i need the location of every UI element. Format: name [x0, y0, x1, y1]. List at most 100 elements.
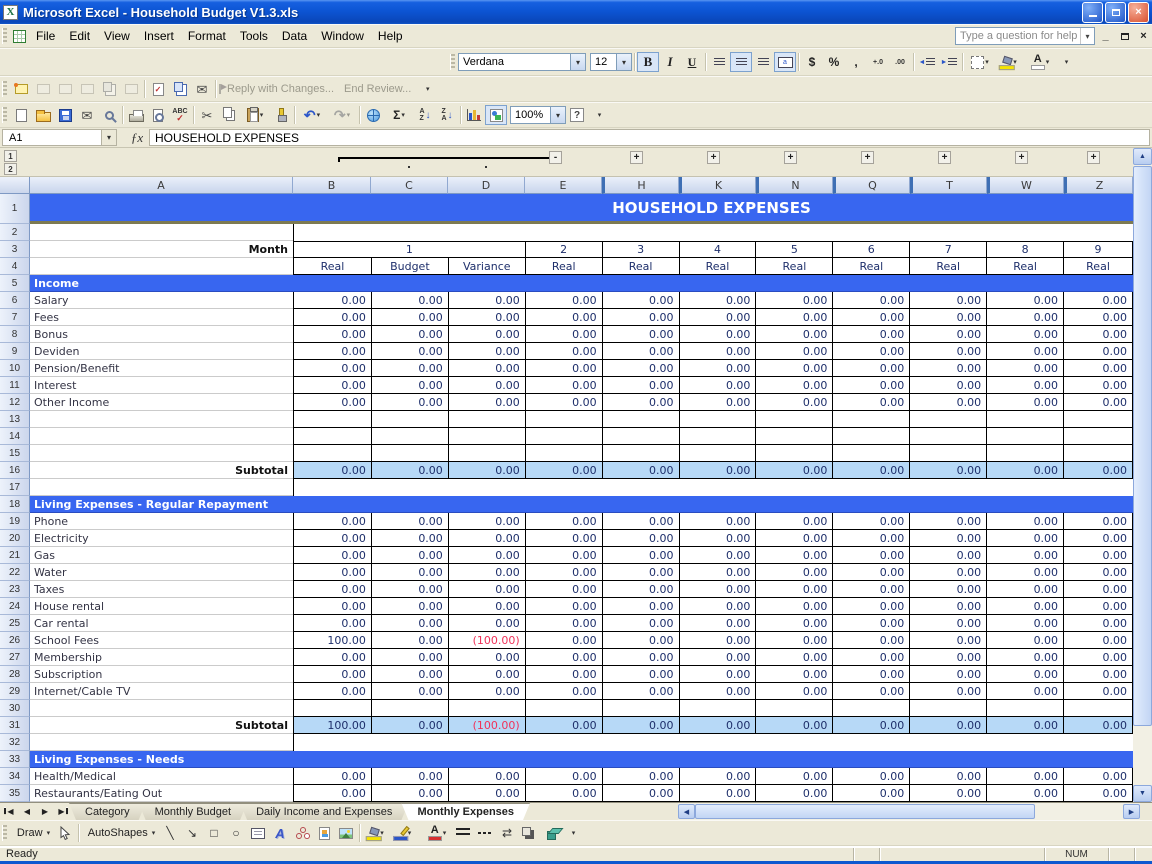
cell[interactable]: 0.00 [525, 343, 603, 360]
chevron-down-icon[interactable]: ▾ [401, 111, 405, 119]
cell[interactable]: 0.00 [910, 394, 988, 411]
title-banner-cell[interactable]: HOUSEHOLD EXPENSES [30, 194, 1133, 224]
arrow-button[interactable]: ↘ [181, 823, 203, 843]
cell[interactable]: 0.00 [371, 768, 449, 785]
cell[interactable]: 100.00 [294, 717, 372, 734]
increase-decimal-button[interactable]: +.0 [867, 52, 889, 72]
line-color-button[interactable]: ▾ [392, 823, 422, 843]
cell-A13[interactable] [30, 411, 293, 428]
chevron-down-icon[interactable]: ▾ [985, 58, 989, 66]
cell[interactable]: 0.00 [371, 615, 449, 632]
workbook-restore-button[interactable] [1116, 28, 1133, 44]
end-review-button[interactable]: End Review... [339, 83, 416, 95]
cell[interactable]: 0.00 [910, 377, 988, 394]
column-header-T[interactable]: T [910, 177, 987, 194]
menu-window[interactable]: Window [314, 26, 371, 46]
cell[interactable]: 0.00 [371, 326, 449, 343]
cell[interactable] [525, 700, 603, 717]
align-left-button[interactable] [708, 52, 730, 72]
cell[interactable]: 0.00 [371, 683, 449, 700]
font-color-button[interactable]: A ▾ [422, 823, 452, 843]
cell[interactable]: 0.00 [756, 462, 834, 479]
cell-A27[interactable]: Membership [30, 649, 293, 666]
wordart-button[interactable]: A [269, 823, 291, 843]
cell[interactable] [448, 428, 526, 445]
cell[interactable] [833, 700, 911, 717]
cell[interactable]: 0.00 [679, 309, 757, 326]
column-header-Z[interactable]: Z [1064, 177, 1133, 194]
outline-level-1-button[interactable]: 1 [4, 150, 17, 162]
cell-A24[interactable]: House rental [30, 598, 293, 615]
cell[interactable]: 0.00 [602, 581, 680, 598]
cell[interactable]: 0.00 [679, 326, 757, 343]
row-header-16[interactable]: 16 [0, 462, 30, 479]
row-header-7[interactable]: 7 [0, 309, 30, 326]
next-comment-button[interactable] [54, 79, 76, 99]
cell-A10[interactable]: Pension/Benefit [30, 360, 293, 377]
cell[interactable] [987, 700, 1065, 717]
toolbar-grip[interactable] [2, 28, 7, 44]
select-all-corner[interactable] [0, 177, 30, 194]
cell-A15[interactable] [30, 445, 293, 462]
cell[interactable]: 0.00 [294, 343, 372, 360]
cell[interactable]: 0.00 [833, 377, 911, 394]
name-box[interactable]: A1 [2, 129, 102, 146]
cell[interactable]: 0.00 [602, 649, 680, 666]
cell[interactable]: 0.00 [987, 530, 1065, 547]
cell[interactable]: 0.00 [756, 326, 834, 343]
cell[interactable]: 0.00 [371, 462, 449, 479]
print-button[interactable] [125, 105, 147, 125]
chevron-down-icon[interactable]: ▾ [260, 111, 264, 119]
cell[interactable]: 0.00 [987, 394, 1065, 411]
horizontal-scroll-thumb[interactable] [695, 804, 1035, 819]
cell[interactable]: 0.00 [910, 768, 988, 785]
cell[interactable]: 0.00 [756, 785, 834, 802]
cell[interactable]: 0.00 [1064, 547, 1133, 564]
scroll-right-button[interactable]: ▶ [1123, 804, 1140, 819]
column-header-E[interactable]: E [525, 177, 602, 194]
outline-level-2-button[interactable]: 2 [4, 163, 17, 175]
horizontal-scroll-track[interactable] [1035, 803, 1123, 820]
menu-tools[interactable]: Tools [233, 26, 275, 46]
new-button[interactable] [10, 105, 32, 125]
cell[interactable]: 0.00 [987, 513, 1065, 530]
cell[interactable]: 0.00 [371, 309, 449, 326]
cell-A35[interactable]: Restaurants/Eating Out [30, 785, 293, 802]
cell[interactable] [910, 411, 988, 428]
scroll-down-button[interactable]: ▼ [1133, 785, 1152, 802]
cell[interactable]: 0.00 [756, 615, 834, 632]
cell[interactable]: 0.00 [756, 292, 834, 309]
cell[interactable]: 0.00 [987, 615, 1065, 632]
section-header-cell[interactable]: Living Expenses - Needs [30, 751, 1133, 768]
cell[interactable]: 0.00 [448, 394, 526, 411]
cell[interactable]: 0.00 [1064, 513, 1133, 530]
cell[interactable]: 0.00 [525, 377, 603, 394]
cell[interactable]: 0.00 [294, 581, 372, 598]
cell[interactable] [833, 411, 911, 428]
cell[interactable] [1064, 428, 1133, 445]
cell[interactable]: 0.00 [679, 530, 757, 547]
fill-color-button[interactable]: ▾ [362, 823, 392, 843]
cell[interactable]: 0.00 [833, 768, 911, 785]
spelling-button[interactable]: ABC ✓ [169, 105, 191, 125]
cell[interactable]: 0.00 [448, 513, 526, 530]
cell[interactable] [1064, 445, 1133, 462]
cell[interactable] [910, 428, 988, 445]
chevron-down-icon[interactable]: ▾ [616, 54, 631, 70]
cell[interactable]: 0.00 [756, 768, 834, 785]
cell[interactable]: 0.00 [448, 785, 526, 802]
tab-daily-income-and-expenses[interactable]: Daily Income and Expenses [240, 803, 408, 820]
fill-color-button[interactable]: ▾ [995, 52, 1025, 72]
text-box-button[interactable] [247, 823, 269, 843]
cell[interactable]: 0.00 [294, 768, 372, 785]
cell[interactable]: Real [987, 258, 1065, 275]
cell[interactable]: 0.00 [756, 377, 834, 394]
percent-button[interactable]: % [823, 52, 845, 72]
cell[interactable]: 0.00 [833, 632, 911, 649]
line-button[interactable]: ╲ [159, 823, 181, 843]
cell[interactable] [525, 445, 603, 462]
chart-wizard-button[interactable] [463, 105, 485, 125]
cell[interactable]: 0.00 [602, 785, 680, 802]
cell[interactable] [910, 700, 988, 717]
cell[interactable]: 0.00 [602, 377, 680, 394]
